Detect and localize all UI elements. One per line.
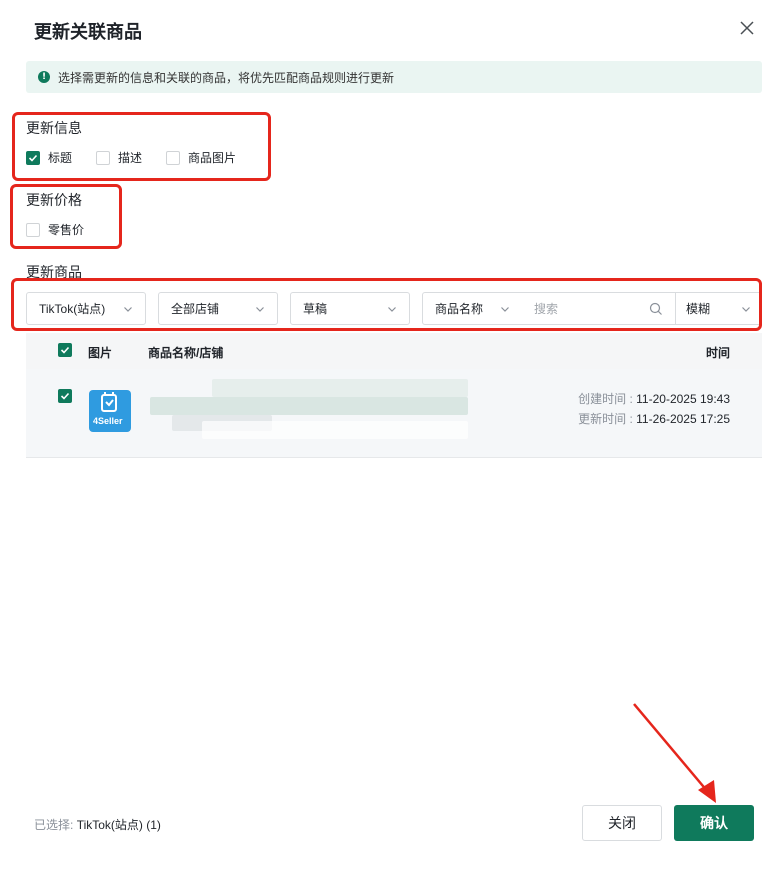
- update-info-label: 更新信息: [26, 120, 82, 136]
- search-field-select[interactable]: 商品名称: [422, 292, 523, 325]
- checkbox-retail-price[interactable]: 零售价: [26, 221, 84, 238]
- header-image: 图片: [88, 346, 113, 360]
- header-time: 时间: [706, 346, 731, 360]
- checkbox-description[interactable]: 描述: [96, 149, 166, 166]
- row-timestamps: 创建时间 : 11-20-2025 19:43 更新时间 : 11-26-202…: [578, 389, 730, 429]
- confirm-button[interactable]: 确认: [674, 805, 754, 841]
- created-label: 创建时间 :: [578, 392, 633, 406]
- chevron-down-icon: [124, 306, 132, 312]
- status-select-value: 草稿: [303, 302, 328, 316]
- chevron-down-icon: [742, 306, 750, 312]
- annotation-arrow: [633, 703, 716, 803]
- checkbox-empty-icon: [96, 150, 110, 165]
- checkbox-empty-icon: [166, 150, 180, 165]
- close-button[interactable]: 关闭: [582, 805, 662, 841]
- match-mode-select-value: 模糊: [686, 302, 711, 316]
- info-notice: ! 选择需更新的信息和关联的商品，将优先匹配商品规则进行更新: [26, 61, 762, 93]
- product-image: 4Seller: [89, 390, 131, 432]
- checkbox-title[interactable]: 标题: [26, 149, 96, 166]
- search-placeholder: 搜索: [534, 302, 559, 316]
- updated-label: 更新时间 :: [578, 412, 633, 426]
- platform-select[interactable]: TikTok(站点): [26, 292, 146, 325]
- checkbox-checked-icon: [26, 150, 40, 165]
- checkbox-label: 零售价: [48, 223, 85, 237]
- selected-summary: 已选择: TikTok(站点) (1): [34, 816, 161, 833]
- chevron-down-icon: [256, 306, 264, 312]
- store-select[interactable]: 全部店铺: [158, 292, 278, 325]
- select-all-checkbox[interactable]: [58, 343, 72, 357]
- platform-select-value: TikTok(站点): [39, 302, 106, 316]
- search-icon[interactable]: [649, 302, 663, 316]
- table-row: 4Seller 创建时间 : 11-20-2025 19:43 更新时间 : 1…: [26, 369, 762, 458]
- created-value: 11-20-2025 19:43: [636, 392, 730, 406]
- checkbox-product-images[interactable]: 商品图片: [166, 149, 236, 166]
- checkbox-label: 标题: [48, 151, 73, 165]
- selected-value: TikTok(站点) (1): [76, 818, 161, 832]
- match-mode-select[interactable]: 模糊: [675, 292, 762, 325]
- store-select-value: 全部店铺: [171, 302, 220, 316]
- checkbox-label: 商品图片: [188, 151, 237, 165]
- chevron-down-icon: [388, 306, 396, 312]
- checkbox-label: 描述: [118, 151, 143, 165]
- notice-text: 选择需更新的信息和关联的商品，将优先匹配商品规则进行更新: [58, 70, 395, 85]
- search-field-select-value: 商品名称: [435, 302, 484, 316]
- checkbox-empty-icon: [26, 222, 40, 237]
- blurred-product-info: [142, 377, 468, 445]
- close-icon[interactable]: [737, 18, 757, 38]
- selected-label: 已选择:: [34, 818, 74, 832]
- update-linked-products-dialog: 更新关联商品 ! 选择需更新的信息和关联的商品，将优先匹配商品规则进行更新 更新…: [0, 0, 768, 877]
- chevron-down-icon: [501, 306, 509, 312]
- dialog-title: 更新关联商品: [34, 22, 142, 42]
- logo-text: 4Seller: [93, 416, 123, 426]
- product-table-header: 图片 商品名称/店铺 时间: [26, 333, 762, 369]
- update-products-label: 更新商品: [26, 264, 82, 280]
- update-price-label: 更新价格: [26, 192, 82, 208]
- search-input[interactable]: 搜索: [522, 292, 676, 325]
- status-select[interactable]: 草稿: [290, 292, 410, 325]
- info-icon: !: [38, 71, 50, 83]
- row-checkbox[interactable]: [58, 389, 72, 403]
- updated-value: 11-26-2025 17:25: [636, 412, 730, 426]
- header-product-name-store: 商品名称/店铺: [148, 346, 224, 360]
